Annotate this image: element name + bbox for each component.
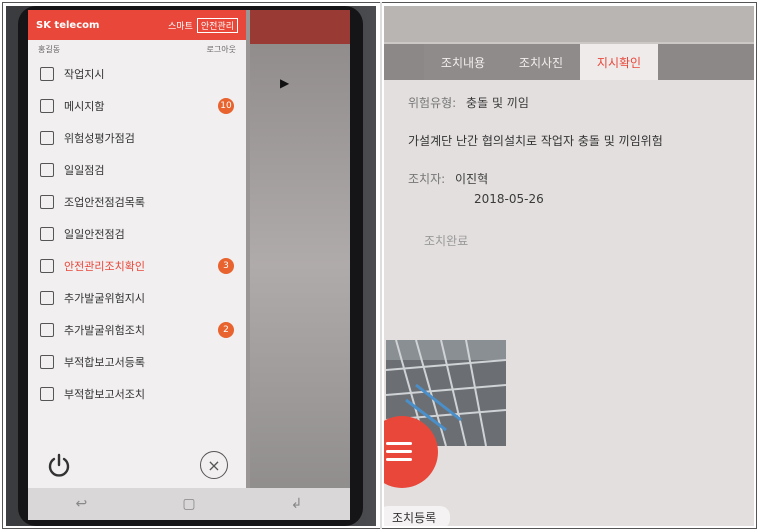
app-topbar: [384, 6, 754, 42]
count-badge: 3: [218, 258, 234, 274]
risk-description: 가설계단 난간 협의설치로 작업자 충돌 및 끼임위험: [408, 134, 663, 148]
menu-item-label: 안전관리조치확인: [64, 260, 145, 273]
menu-item[interactable]: 조업안전점검목록: [28, 186, 246, 218]
inspector-value: 이진혁: [455, 172, 489, 186]
nav-recent-button[interactable]: ↲: [291, 496, 303, 512]
tab-1[interactable]: 조치내용: [424, 44, 502, 80]
detail-content: 위험유형: 충돌 및 끼임 가설계단 난간 협의설치로 작업자 충돌 및 끼임위…: [384, 80, 754, 526]
menu-item-label: 일일안전점검: [64, 228, 125, 241]
menu-item-label: 부적합보고서조치: [64, 388, 145, 401]
photo-divider: [380, 2, 382, 529]
risk-type-value: 충돌 및 끼임: [466, 96, 529, 110]
menu-item[interactable]: 메시지함 10: [28, 90, 246, 122]
nav-home-button[interactable]: ▢: [182, 496, 195, 512]
close-circle-icon[interactable]: ×: [200, 451, 228, 479]
tab-2[interactable]: 조치사진: [502, 44, 580, 80]
count-badge: 2: [218, 322, 234, 338]
brand-logo: SK telecom: [36, 19, 100, 31]
menu-item-label: 일일점검: [64, 164, 105, 177]
menu-item-label: 조업안전점검목록: [64, 196, 145, 209]
checklist-icon: [40, 163, 54, 177]
inspector-label: 조치자:: [408, 172, 446, 186]
menu-item[interactable]: 부적합보고서조치: [28, 378, 246, 410]
menu-item[interactable]: 일일안전점검: [28, 218, 246, 250]
pencil-icon: [40, 355, 54, 369]
user-row: 홍길동 로그아웃: [28, 40, 246, 58]
menu-item[interactable]: 추가발굴위험조치 2: [28, 314, 246, 346]
menu-item-label: 추가발굴위험조치: [64, 324, 145, 337]
drawer-footer: ×: [28, 435, 246, 495]
menu-item-label: 메시지함: [64, 100, 105, 113]
dimmed-background[interactable]: [250, 10, 350, 520]
navigation-drawer: SK telecom 스마트 안전관리 홍길동 로그아웃 작업지시메시지함 10 위…: [28, 10, 246, 520]
user-name: 홍길동: [38, 44, 61, 54]
inspector-field: 조치자: 이진혁: [408, 170, 488, 187]
menu-item[interactable]: 안전관리조치확인 3: [28, 250, 246, 282]
hamburger-icon: [386, 442, 412, 466]
background-topbar: [250, 10, 350, 44]
count-badge: 10: [218, 98, 234, 114]
nav-back-button[interactable]: ↩: [76, 496, 88, 512]
calendar-icon: [40, 131, 54, 145]
menu-item[interactable]: 작업지시: [28, 58, 246, 90]
menu-item[interactable]: 부적합보고서등록: [28, 346, 246, 378]
header-app-box: 안전관리: [196, 17, 238, 33]
logout-link[interactable]: 로그아웃: [207, 44, 236, 55]
tab-bar: 조치내용 조치사진 지시확인: [424, 44, 658, 80]
menu-item[interactable]: 위험성평가점검: [28, 122, 246, 154]
menu-item[interactable]: 추가발굴위험지시: [28, 282, 246, 314]
right-photo: 조치내용 조치사진 지시확인 위험유형: 충돌 및 끼임 가설계단 난간 협의설치로…: [384, 6, 754, 526]
play-arrow-icon: ▶: [280, 76, 290, 90]
edit-icon: [40, 291, 54, 305]
shield-icon: [40, 227, 54, 241]
header-app-label: 스마트: [168, 21, 193, 32]
left-photo: ▶ SK telecom 스마트 안전관리 홍길동 로그아웃 작업지시메시지함 1…: [6, 6, 376, 526]
tab-3[interactable]: 지시확인: [580, 44, 658, 80]
menu-item-label: 부적합보고서등록: [64, 356, 145, 369]
menu-item-label: 작업지시: [64, 68, 105, 81]
phone-icon: [40, 99, 54, 113]
chat-icon: [40, 323, 54, 337]
register-action-button[interactable]: 조치등록: [384, 506, 451, 526]
risk-type-label: 위험유형:: [408, 96, 457, 110]
date-value: 2018-05-26: [474, 192, 544, 206]
clipboard-icon: [40, 67, 54, 81]
risk-type-field: 위험유형: 충돌 및 끼임: [408, 94, 529, 111]
note-value: 조치완료: [424, 234, 469, 248]
alert-icon: [40, 259, 54, 273]
list-icon: [40, 195, 54, 209]
checkbox-icon: [40, 387, 54, 401]
power-icon[interactable]: [46, 452, 72, 478]
menu-item-label: 추가발굴위험지시: [64, 292, 145, 305]
menu-item-label: 위험성평가점검: [64, 132, 135, 145]
drawer-header: SK telecom 스마트 안전관리: [28, 10, 246, 40]
drawer-menu: 작업지시메시지함 10 위험성평가점검일일점검조업안전점검목록일일안전점검안전관리조…: [28, 58, 246, 410]
android-navbar: ↩ ▢ ↲: [28, 488, 350, 520]
menu-item[interactable]: 일일점검: [28, 154, 246, 186]
